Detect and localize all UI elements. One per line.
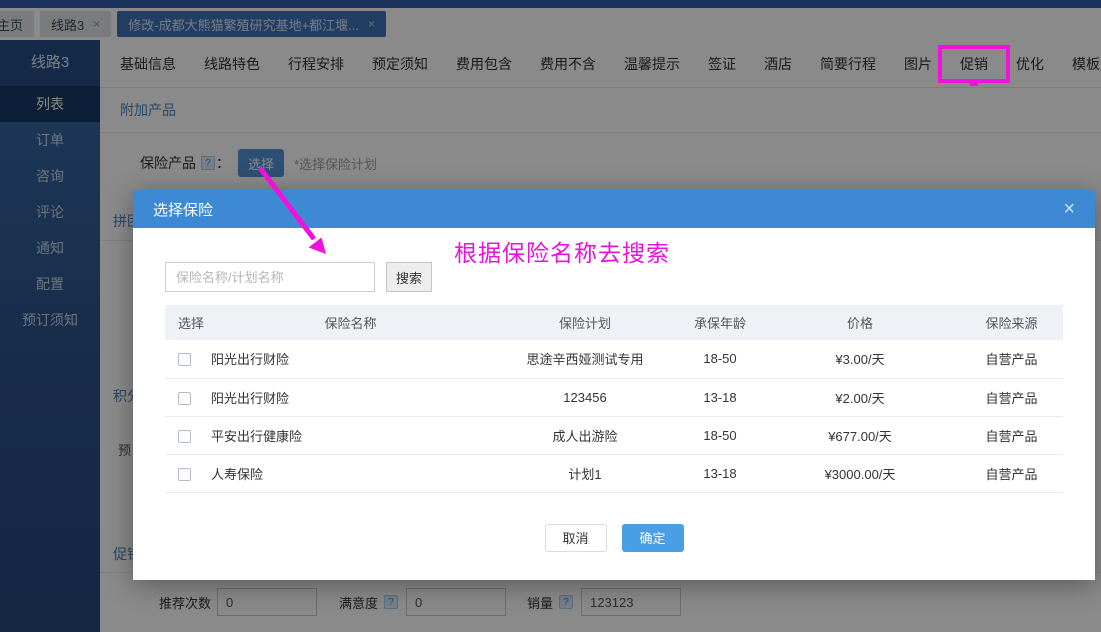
cell-age-range: 13-18 (680, 454, 760, 493)
cell-insurance-plan: 123456 (490, 378, 680, 417)
insurance-table: 选择 保险名称 保险计划 承保年龄 价格 保险来源 阳光出行财险 思途辛西娅测试… (165, 305, 1063, 493)
table-row: 平安出行健康险 成人出游险 18-50 ¥677.00/天 自营产品 (165, 416, 1063, 455)
cell-insurance-name: 人寿保险 (211, 454, 490, 493)
modal-footer: 取消 确定 (165, 523, 1063, 552)
row-checkbox[interactable] (178, 391, 191, 405)
header-insurance-plan: 保险计划 (490, 305, 680, 340)
cell-source: 自营产品 (960, 454, 1063, 493)
cell-source: 自营产品 (960, 378, 1063, 417)
insurance-search-row: 搜索 (165, 262, 1063, 292)
table-row: 阳光出行财险 123456 13-18 ¥2.00/天 自营产品 (165, 378, 1063, 417)
modal-header: 选择保险 × (133, 190, 1095, 228)
table-row: 阳光出行财险 思途辛西娅测试专用 18-50 ¥3.00/天 自营产品 (165, 340, 1063, 379)
header-select: 选择 (165, 305, 211, 340)
close-icon[interactable]: × (1063, 199, 1075, 219)
cell-price: ¥677.00/天 (760, 416, 960, 455)
header-insurance-name: 保险名称 (211, 305, 490, 340)
table-row: 人寿保险 计划1 13-18 ¥3000.00/天 自营产品 (165, 454, 1063, 493)
header-source: 保险来源 (960, 305, 1063, 340)
cell-age-range: 18-50 (680, 340, 760, 379)
header-age-range: 承保年龄 (680, 305, 760, 340)
cell-price: ¥3.00/天 (760, 340, 960, 379)
cell-insurance-plan: 思途辛西娅测试专用 (490, 340, 680, 379)
row-checkbox[interactable] (178, 353, 191, 367)
cell-age-range: 18-50 (680, 416, 760, 455)
modal-body: 搜索 选择 保险名称 保险计划 承保年龄 价格 保险来源 阳光出行财险 思途辛西… (133, 228, 1095, 552)
cell-source: 自营产品 (960, 416, 1063, 455)
cancel-button[interactable]: 取消 (544, 523, 607, 552)
header-price: 价格 (760, 305, 960, 340)
confirm-button[interactable]: 确定 (621, 523, 684, 552)
cell-insurance-plan: 计划1 (490, 454, 680, 493)
insurance-search-input[interactable] (165, 262, 375, 292)
row-checkbox[interactable] (178, 429, 191, 443)
cell-source: 自营产品 (960, 340, 1063, 379)
select-insurance-modal: 选择保险 × 搜索 选择 保险名称 保险计划 承保年龄 价格 保险来源 (133, 190, 1095, 580)
cell-insurance-name: 阳光出行财险 (211, 340, 490, 379)
cell-insurance-name: 阳光出行财险 (211, 378, 490, 417)
row-checkbox[interactable] (178, 467, 191, 481)
cell-age-range: 13-18 (680, 378, 760, 417)
cell-price: ¥2.00/天 (760, 378, 960, 417)
search-button[interactable]: 搜索 (386, 262, 432, 292)
modal-title: 选择保险 (153, 201, 214, 219)
cell-insurance-plan: 成人出游险 (490, 416, 680, 455)
cell-insurance-name: 平安出行健康险 (211, 416, 490, 455)
cell-price: ¥3000.00/天 (760, 454, 960, 493)
table-header-row: 选择 保险名称 保险计划 承保年龄 价格 保险来源 (165, 305, 1063, 340)
